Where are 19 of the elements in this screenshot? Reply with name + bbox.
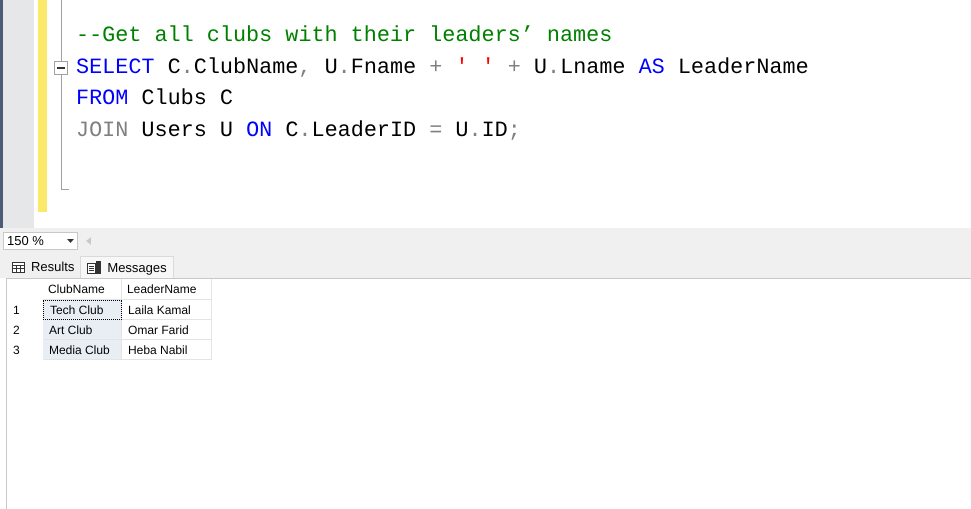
- table-cell[interactable]: Heba Nabil: [122, 340, 212, 360]
- row-number: 2: [12, 322, 21, 339]
- collapse-toggle[interactable]: [54, 61, 68, 75]
- row-number: 1: [12, 302, 21, 319]
- table-cell[interactable]: Tech Club: [43, 300, 122, 320]
- code-line: FROM Clubs C: [76, 88, 233, 110]
- table-cell[interactable]: Art Club: [43, 320, 122, 340]
- document-icon: [87, 261, 102, 274]
- code-line: SELECT C.ClubName, U.Fname + ' ' + U.Lname AS LeaderName: [76, 56, 809, 79]
- code-line: --Get all clubs with their leaders’ names: [76, 25, 612, 48]
- table-cell[interactable]: Laila Kamal: [122, 300, 212, 320]
- zoom-dropdown[interactable]: 150 %: [3, 232, 78, 250]
- grid-icon: [12, 262, 25, 272]
- results-tab[interactable]: Messages: [80, 256, 174, 278]
- row-number: 3: [12, 342, 21, 359]
- caret-icon: [67, 238, 74, 242]
- table-cell[interactable]: Omar Farid: [122, 320, 212, 340]
- code-line: JOIN Users U ON C.LeaderID = U.ID;: [76, 120, 521, 142]
- table-cell[interactable]: Media Club: [43, 340, 122, 360]
